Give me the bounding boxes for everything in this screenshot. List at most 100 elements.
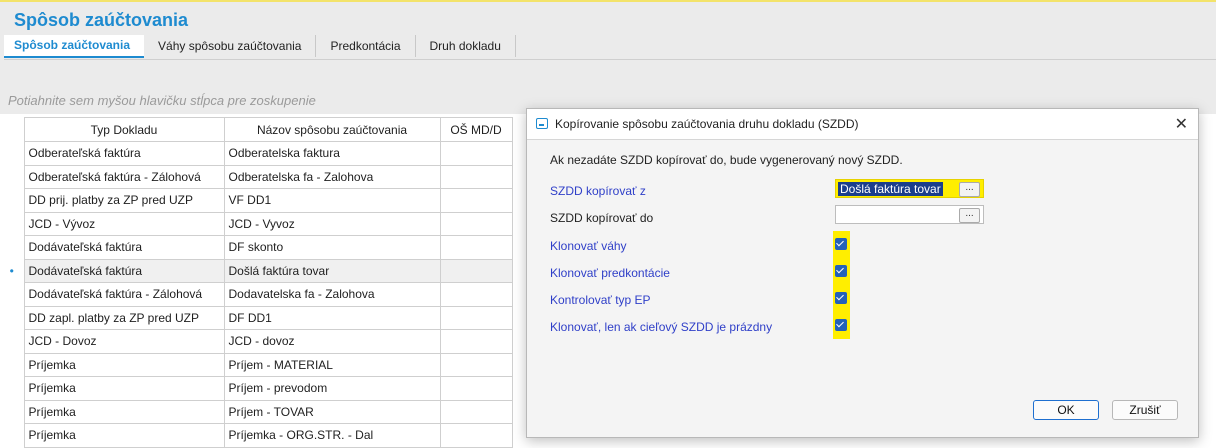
row-indicator: [0, 400, 24, 424]
column-header-nazov[interactable]: Názov spôsobu zaúčtovania: [223, 117, 441, 142]
table-cell[interactable]: [439, 352, 513, 377]
table-row[interactable]: DD prij. platby za ZP pred UZP VF DD1: [0, 188, 513, 213]
table-cell[interactable]: JCD - Dovoz: [23, 329, 225, 354]
row-indicator: [0, 306, 24, 330]
table-cell[interactable]: DF DD1: [223, 305, 441, 330]
tab-bar: Spôsob zaúčtovania Váhy spôsobu zaúčtova…: [4, 35, 516, 59]
row-indicator: [0, 142, 24, 166]
dialog-info-text: Ak nezadáte SZDD kopírovať do, bude vyge…: [550, 153, 903, 167]
table-cell[interactable]: DF skonto: [223, 235, 441, 260]
table-cell[interactable]: JCD - Vyvoz: [223, 211, 441, 236]
row-indicator: [0, 189, 24, 213]
table-cell[interactable]: DD prij. platby za ZP pred UZP: [23, 188, 225, 213]
clone-only-empty-checkbox[interactable]: [835, 319, 847, 331]
table-row[interactable]: Príjemka Príjemka - ORG.STR. - Dal: [0, 423, 513, 448]
table-row[interactable]: • Dodávateľská faktúra Došlá faktúra tovar: [0, 258, 513, 283]
tab-predkontacia[interactable]: Predkontácia: [316, 35, 416, 57]
table-cell[interactable]: Dodavatelska fa - Zalohova: [223, 282, 441, 307]
table-cell[interactable]: JCD - Vývoz: [23, 211, 225, 236]
table-cell[interactable]: [439, 235, 513, 260]
table-cell[interactable]: Príjemka: [23, 352, 225, 377]
table-row[interactable]: JCD - Dovoz JCD - dovoz: [0, 329, 513, 354]
copy-from-label: SZDD kopírovať z: [550, 184, 646, 198]
data-grid: Typ Dokladu Názov spôsobu zaúčtovania OŠ…: [0, 117, 513, 448]
table-cell[interactable]: Odberateľská faktúra: [23, 141, 225, 166]
table-cell[interactable]: [439, 258, 513, 283]
page-title: Spôsob zaúčtovania: [14, 10, 189, 30]
check-type-checkbox[interactable]: [835, 292, 847, 304]
table-cell[interactable]: [439, 141, 513, 166]
dialog-title: Kopírovanie spôsobu zaúčtovania druhu do…: [555, 117, 859, 131]
table-cell[interactable]: Odberatelska fa - Zalohova: [223, 164, 441, 189]
table-cell[interactable]: [439, 399, 513, 424]
table-row[interactable]: Príjemka Príjem - prevodom: [0, 376, 513, 401]
table-cell[interactable]: Odberateľská faktúra - Zálohová: [23, 164, 225, 189]
cancel-button[interactable]: Zrušiť: [1112, 400, 1178, 420]
table-row[interactable]: JCD - Vývoz JCD - Vyvoz: [0, 211, 513, 236]
clone-predkontacie-checkbox[interactable]: [835, 265, 847, 277]
copy-from-value: Došlá faktúra tovar: [838, 182, 943, 196]
table-cell[interactable]: Príjem - prevodom: [223, 376, 441, 401]
column-header-typ-dokladu[interactable]: Typ Dokladu: [23, 117, 225, 142]
row-indicator: [0, 424, 24, 448]
table-cell[interactable]: [439, 423, 513, 448]
copy-to-field[interactable]: ...: [835, 205, 984, 224]
table-cell[interactable]: Odberatelska faktura: [223, 141, 441, 166]
table-cell[interactable]: Príjemka: [23, 376, 225, 401]
row-indicator-header: [0, 117, 24, 142]
dialog-titlebar[interactable]: Kopírovanie spôsobu zaúčtovania druhu do…: [527, 109, 1198, 140]
copy-to-label: SZDD kopírovať do: [550, 211, 654, 225]
copy-szdd-dialog: Kopírovanie spôsobu zaúčtovania druhu do…: [526, 108, 1199, 438]
row-indicator: [0, 236, 24, 260]
table-cell[interactable]: Dodávateľská faktúra - Zálohová: [23, 282, 225, 307]
tab-sposob-zauctovania[interactable]: Spôsob zaúčtovania: [4, 35, 145, 58]
table-row[interactable]: Dodávateľská faktúra - Zálohová Dodavatel…: [0, 282, 513, 307]
table-cell[interactable]: Dodávateľská faktúra: [23, 258, 225, 283]
window-icon: [536, 118, 548, 129]
row-indicator: •: [9, 263, 14, 278]
tab-vahy[interactable]: Váhy spôsobu zaúčtovania: [144, 35, 317, 57]
table-cell[interactable]: Príjemka - ORG.STR. - Dal: [223, 423, 441, 448]
table-cell[interactable]: [439, 164, 513, 189]
copy-from-field[interactable]: Došlá faktúra tovar ...: [835, 179, 984, 198]
table-cell[interactable]: [439, 282, 513, 307]
column-header-os-md-d[interactable]: OŠ MD/D: [439, 117, 513, 142]
table-cell[interactable]: JCD - dovoz: [223, 329, 441, 354]
table-cell[interactable]: Príjemka: [23, 423, 225, 448]
table-cell[interactable]: VF DD1: [223, 188, 441, 213]
clone-weights-checkbox[interactable]: [835, 238, 847, 250]
table-row[interactable]: Dodávateľská faktúra DF skonto: [0, 235, 513, 260]
group-panel-hint[interactable]: Potiahnite sem myšou hlavičku stĺpca pre…: [8, 93, 316, 108]
tab-divider: [4, 59, 1216, 60]
table-cell[interactable]: [439, 211, 513, 236]
row-indicator: [0, 353, 24, 377]
clone-predkontacie-label: Klonovať predkontácie: [550, 266, 670, 280]
page-header: Spôsob zaúčtovania Spôsob zaúčtovania Vá…: [0, 2, 1216, 114]
row-indicator: [0, 283, 24, 307]
table-row[interactable]: Príjemka Príjem - MATERIAL: [0, 352, 513, 377]
row-indicator: [0, 330, 24, 354]
clone-only-empty-label: Klonovať, len ak cieľový SZDD je prázdny: [550, 320, 773, 334]
tab-druh-dokladu[interactable]: Druh dokladu: [416, 35, 516, 57]
table-cell[interactable]: [439, 305, 513, 330]
copy-from-browse-button[interactable]: ...: [959, 182, 980, 197]
table-cell[interactable]: [439, 376, 513, 401]
row-indicator: [0, 165, 24, 189]
close-icon[interactable]: ✕: [1175, 114, 1188, 134]
ok-button[interactable]: OK: [1033, 400, 1099, 420]
table-cell[interactable]: Došlá faktúra tovar: [223, 258, 441, 283]
table-cell[interactable]: Príjem - TOVAR: [223, 399, 441, 424]
table-cell[interactable]: DD zapl. platby za ZP pred UZP: [23, 305, 225, 330]
row-indicator: [0, 377, 24, 401]
table-row[interactable]: DD zapl. platby za ZP pred UZP DF DD1: [0, 305, 513, 330]
table-row[interactable]: Odberateľská faktúra - Zálohová Odberatel…: [0, 164, 513, 189]
table-cell[interactable]: Príjem - MATERIAL: [223, 352, 441, 377]
table-row[interactable]: Odberateľská faktúra Odberatelska faktura: [0, 141, 513, 166]
table-cell[interactable]: Dodávateľská faktúra: [23, 235, 225, 260]
table-cell[interactable]: Príjemka: [23, 399, 225, 424]
table-cell[interactable]: [439, 188, 513, 213]
table-cell[interactable]: [439, 329, 513, 354]
table-row[interactable]: Príjemka Príjem - TOVAR: [0, 399, 513, 424]
copy-to-browse-button[interactable]: ...: [959, 208, 980, 223]
row-indicator: [0, 212, 24, 236]
